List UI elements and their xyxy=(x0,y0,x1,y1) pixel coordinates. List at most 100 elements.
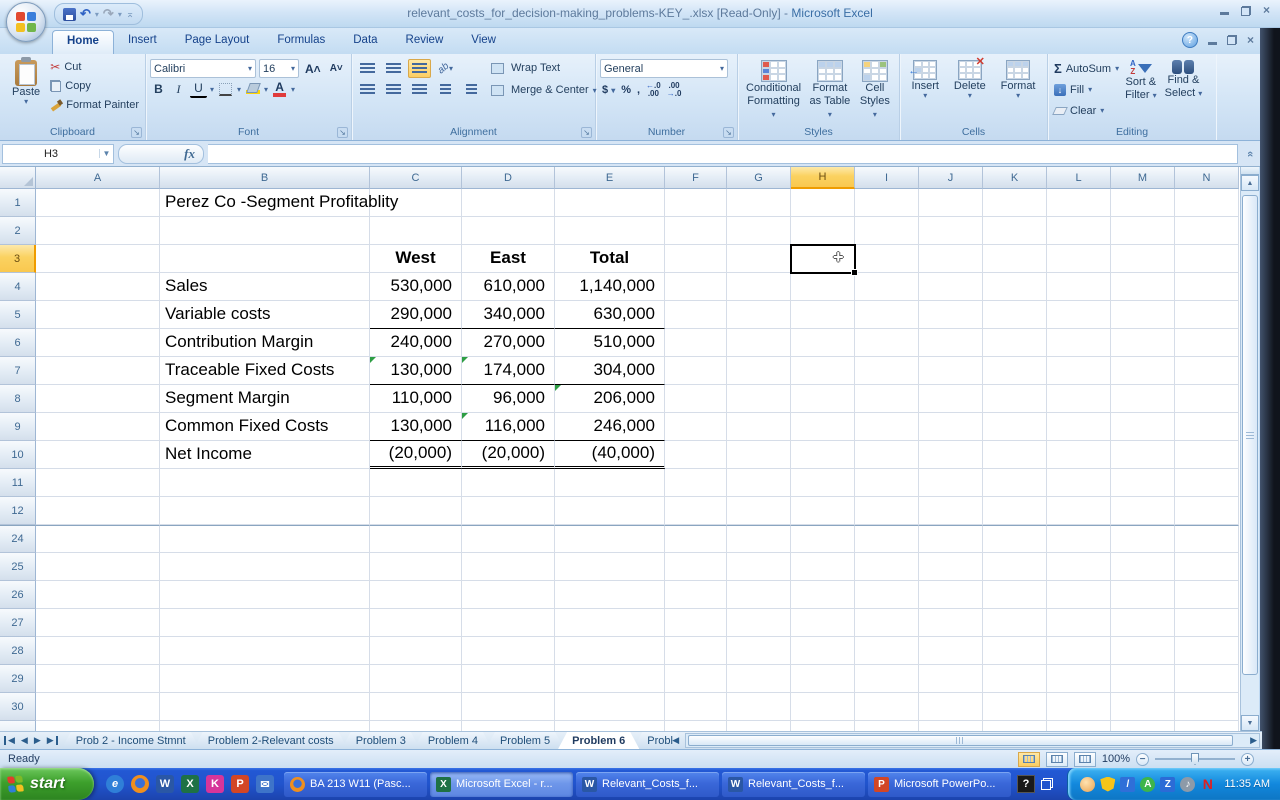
tab-home[interactable]: Home xyxy=(52,30,114,54)
row-header-6[interactable]: 6 xyxy=(0,329,36,357)
volume-icon[interactable]: ♪ xyxy=(1180,777,1195,792)
cell-C5[interactable]: 290,000 xyxy=(370,301,462,329)
cell-A3[interactable] xyxy=(36,245,160,273)
internet-explorer-icon[interactable]: e xyxy=(106,775,124,793)
cell-L2[interactable] xyxy=(1047,217,1111,245)
align-middle-button[interactable] xyxy=(382,59,405,78)
cell-I1[interactable] xyxy=(855,189,919,217)
column-header-D[interactable]: D xyxy=(462,167,555,189)
cell-H26[interactable] xyxy=(791,581,855,609)
cell-G6[interactable] xyxy=(727,329,791,357)
normal-view-button[interactable] xyxy=(1018,752,1040,767)
cell-B7[interactable]: Traceable Fixed Costs xyxy=(160,357,370,385)
cell-J5[interactable] xyxy=(919,301,983,329)
name-box[interactable]: H3 ▼ xyxy=(2,144,114,164)
office-button[interactable] xyxy=(6,2,46,42)
cell-B25[interactable] xyxy=(160,553,370,581)
task-word-1[interactable]: W Relevant_Costs_f... xyxy=(576,772,719,797)
cell-N9[interactable] xyxy=(1175,413,1239,441)
row-header-26[interactable]: 26 xyxy=(0,581,36,609)
cell-E2[interactable] xyxy=(555,217,665,245)
cell-J27[interactable] xyxy=(919,609,983,637)
cell-G12[interactable] xyxy=(727,497,791,525)
workbook-restore-button[interactable] xyxy=(1227,35,1237,45)
cell-K26[interactable] xyxy=(983,581,1047,609)
active-cell-selection[interactable] xyxy=(790,244,856,274)
minimize-button[interactable] xyxy=(1220,6,1229,15)
cell-H4[interactable] xyxy=(791,273,855,301)
cell-K4[interactable] xyxy=(983,273,1047,301)
task-word-2[interactable]: W Relevant_Costs_f... xyxy=(722,772,865,797)
percent-style-button[interactable]: % xyxy=(621,84,631,96)
next-sheet-button[interactable]: ▶ xyxy=(32,735,43,746)
page-break-view-button[interactable] xyxy=(1074,752,1096,767)
workbook-minimize-button[interactable] xyxy=(1208,36,1217,45)
tab-review[interactable]: Review xyxy=(392,30,458,54)
workbook-close-button[interactable]: × xyxy=(1247,36,1254,45)
insert-cells-button[interactable]: ← Insert ▾ xyxy=(907,57,943,124)
formula-input[interactable] xyxy=(208,144,1238,164)
column-header-C[interactable]: C xyxy=(370,167,462,189)
cell-K11[interactable] xyxy=(983,469,1047,497)
column-header-I[interactable]: I xyxy=(855,167,919,189)
cell-L10[interactable] xyxy=(1047,441,1111,469)
font-dialog-launcher-icon[interactable]: ↘ xyxy=(337,127,348,138)
cell-C3[interactable]: West xyxy=(370,245,462,273)
cell-D12[interactable] xyxy=(462,497,555,525)
cell-N8[interactable] xyxy=(1175,385,1239,413)
cell-G3[interactable] xyxy=(727,245,791,273)
cell-L24[interactable] xyxy=(1047,525,1111,553)
help-tool-icon[interactable]: ? xyxy=(1017,775,1035,793)
cell-C27[interactable] xyxy=(370,609,462,637)
cell-E26[interactable] xyxy=(555,581,665,609)
cell-F1[interactable] xyxy=(665,189,727,217)
cell-C7[interactable]: 130,000 xyxy=(370,357,462,385)
cell-M10[interactable] xyxy=(1111,441,1175,469)
cell-G27[interactable] xyxy=(727,609,791,637)
cell-G[interactable] xyxy=(727,721,791,731)
comma-style-button[interactable]: , xyxy=(637,84,640,96)
cell-L4[interactable] xyxy=(1047,273,1111,301)
cell-N27[interactable] xyxy=(1175,609,1239,637)
shrink-font-button[interactable]: A˅ xyxy=(327,63,346,74)
cell-E8[interactable]: 206,000 xyxy=(555,385,665,413)
cell-A30[interactable] xyxy=(36,693,160,721)
page-layout-view-button[interactable] xyxy=(1046,752,1068,767)
decrease-indent-button[interactable] xyxy=(434,80,457,99)
orientation-button[interactable]: ab▾ xyxy=(434,59,457,78)
cut-button[interactable]: ✂Cut xyxy=(48,57,141,76)
cell-M4[interactable] xyxy=(1111,273,1175,301)
cell-N3[interactable] xyxy=(1175,245,1239,273)
zoom-out-button[interactable]: − xyxy=(1136,753,1149,766)
cell-E25[interactable] xyxy=(555,553,665,581)
excel-icon[interactable]: X xyxy=(181,775,199,793)
cell-F28[interactable] xyxy=(665,637,727,665)
column-header-N[interactable]: N xyxy=(1175,167,1239,189)
column-header-B[interactable]: B xyxy=(160,167,370,189)
column-header-G[interactable]: G xyxy=(727,167,791,189)
cell-J2[interactable] xyxy=(919,217,983,245)
fill-color-button[interactable] xyxy=(244,80,261,98)
cell-C28[interactable] xyxy=(370,637,462,665)
cell-N6[interactable] xyxy=(1175,329,1239,357)
cell-A24[interactable] xyxy=(36,525,160,553)
cell-C26[interactable] xyxy=(370,581,462,609)
cell-F3[interactable] xyxy=(665,245,727,273)
cell-A29[interactable] xyxy=(36,665,160,693)
cell-H8[interactable] xyxy=(791,385,855,413)
italic-button[interactable]: I xyxy=(170,80,187,98)
expand-formula-bar-icon[interactable]: « xyxy=(1240,144,1260,164)
row-header-4[interactable]: 4 xyxy=(0,273,36,301)
wrap-text-button[interactable]: Wrap Text xyxy=(489,59,599,78)
sheet-tab-problem2-relevant[interactable]: Problem 2-Relevant costs xyxy=(194,732,348,749)
cell-K8[interactable] xyxy=(983,385,1047,413)
row-header-30[interactable]: 30 xyxy=(0,693,36,721)
word-icon[interactable]: W xyxy=(156,775,174,793)
cell-C25[interactable] xyxy=(370,553,462,581)
column-header-A[interactable]: A xyxy=(36,167,160,189)
cell-D29[interactable] xyxy=(462,665,555,693)
cell-H9[interactable] xyxy=(791,413,855,441)
cell-F11[interactable] xyxy=(665,469,727,497)
cell-D10[interactable]: (20,000) xyxy=(462,441,555,469)
scroll-up-icon[interactable]: ▲ xyxy=(1241,175,1259,191)
